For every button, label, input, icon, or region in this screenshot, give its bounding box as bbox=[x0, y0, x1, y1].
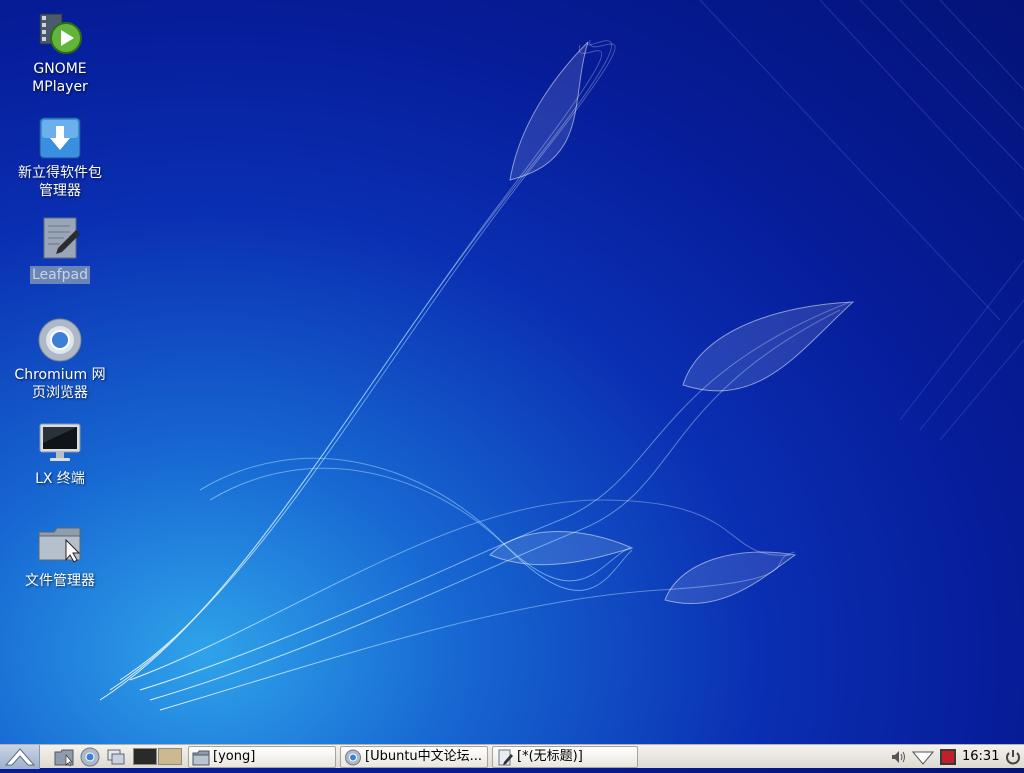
desktop-icon-label: GNOME MPlayer bbox=[32, 61, 88, 95]
task-button-label: [Ubuntu中文论坛... bbox=[365, 749, 483, 764]
chromium-icon bbox=[38, 318, 82, 362]
folder-icon bbox=[38, 527, 81, 563]
pager-desktop-2[interactable] bbox=[158, 748, 182, 765]
lxde-menu-icon bbox=[4, 748, 36, 766]
network-icon bbox=[911, 751, 935, 765]
chromium-icon bbox=[80, 747, 100, 767]
chromium-icon bbox=[345, 749, 361, 766]
desktop-icon-gnome-mplayer[interactable]: GNOME MPlayer bbox=[5, 10, 115, 96]
monitor-icon bbox=[39, 423, 81, 461]
desktop-icon-synaptic[interactable]: 新立得软件包 管理器 bbox=[5, 114, 115, 200]
network-status[interactable] bbox=[911, 748, 935, 766]
launcher-file-manager[interactable] bbox=[54, 747, 74, 767]
taskbar: [yong] [Ubuntu中文论坛... [*(无标题)] 16:31 bbox=[0, 744, 1024, 769]
show-desktop-icon bbox=[107, 749, 125, 765]
launcher-chromium[interactable] bbox=[80, 747, 100, 767]
desktop-icon-label: LX 终端 bbox=[35, 471, 85, 487]
power-icon bbox=[1006, 750, 1020, 765]
folder-icon bbox=[192, 750, 210, 766]
desktop-wallpaper bbox=[99, 0, 1024, 711]
download-icon bbox=[39, 117, 81, 159]
desktop-icon-label: Leafpad bbox=[29, 266, 91, 284]
task-button-yong[interactable]: [yong] bbox=[188, 746, 336, 768]
media-player-icon bbox=[39, 13, 82, 54]
volume-icon bbox=[892, 751, 905, 763]
desktop-icon-label: 新立得软件包 管理器 bbox=[18, 165, 102, 199]
record-icon bbox=[940, 749, 956, 765]
power-button[interactable] bbox=[1004, 748, 1022, 766]
desktop-icon-label: Chromium 网 页浏览器 bbox=[14, 367, 106, 401]
desktop-icon-chromium[interactable]: Chromium 网 页浏览器 bbox=[5, 316, 115, 402]
task-button-leafpad[interactable]: [*(无标题)] bbox=[492, 746, 638, 768]
desktop-icon-leafpad[interactable]: Leafpad bbox=[5, 214, 115, 284]
launcher-show-desktop[interactable] bbox=[106, 747, 126, 767]
task-button-label: [yong] bbox=[213, 749, 256, 764]
desktop-icon-file-manager[interactable]: 文件管理器 bbox=[5, 520, 115, 590]
clock[interactable]: 16:31 bbox=[962, 745, 999, 769]
task-button-label: [*(无标题)] bbox=[517, 749, 583, 764]
record-indicator[interactable] bbox=[939, 748, 957, 766]
volume-control[interactable] bbox=[890, 748, 908, 766]
pager-desktop-1[interactable] bbox=[133, 748, 157, 765]
text-editor-icon bbox=[498, 749, 513, 766]
task-button-ubuntu-forum[interactable]: [Ubuntu中文论坛... bbox=[340, 746, 488, 768]
desktop-icon-lxterminal[interactable]: LX 终端 bbox=[5, 418, 115, 488]
desktop-icon-label: 文件管理器 bbox=[25, 573, 95, 589]
text-editor-icon bbox=[43, 217, 80, 259]
file-manager-icon bbox=[54, 749, 74, 767]
start-menu-button[interactable] bbox=[0, 745, 40, 769]
